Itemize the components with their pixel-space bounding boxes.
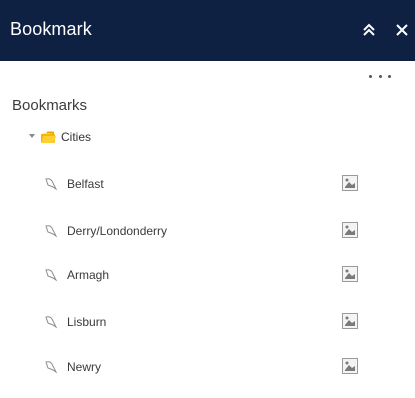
widget-title: Bookmark [10,19,92,39]
bookmark-item[interactable]: Derry/Londonderry [44,218,374,244]
more-dots-icon [378,74,382,78]
bookmark-icon [45,178,58,191]
folder-label: Cities [61,130,92,144]
image-placeholder-icon[interactable] [342,222,358,238]
folder-icon [41,131,56,143]
double-chevron-up-icon [363,23,375,36]
bookmark-label: Belfast [67,177,104,191]
bookmark-icon [45,225,58,238]
bookmark-item[interactable]: Lisburn [44,309,374,335]
more-options-button[interactable] [369,68,391,84]
image-placeholder-icon[interactable] [342,266,358,282]
image-placeholder-icon[interactable] [342,358,358,374]
panel-edge [400,61,415,398]
folder-cities[interactable]: Cities [29,126,91,148]
image-placeholder-icon[interactable] [342,175,358,191]
image-placeholder-icon[interactable] [342,313,358,329]
bookmark-icon [45,316,58,329]
bookmark-item[interactable]: Armagh [44,262,374,288]
bookmark-label: Lisburn [67,315,107,329]
close-button[interactable] [391,18,413,42]
bookmark-icon [45,269,58,282]
bookmark-label: Derry/Londonderry [67,224,168,238]
close-icon [396,24,408,36]
widget-header: Bookmark [0,0,415,61]
bookmark-label: Newry [67,360,102,374]
more-dots-icon [369,74,372,78]
bookmark-label: Armagh [67,268,110,282]
more-dots-icon [388,74,391,78]
bookmark-item[interactable]: Belfast [44,171,374,197]
bookmark-item[interactable]: Newry [44,354,374,380]
bookmark-icon [45,361,58,374]
collapse-button[interactable] [358,18,380,42]
caret-down-icon[interactable] [29,134,35,138]
bookmarks-section-title: Bookmarks [12,97,88,114]
